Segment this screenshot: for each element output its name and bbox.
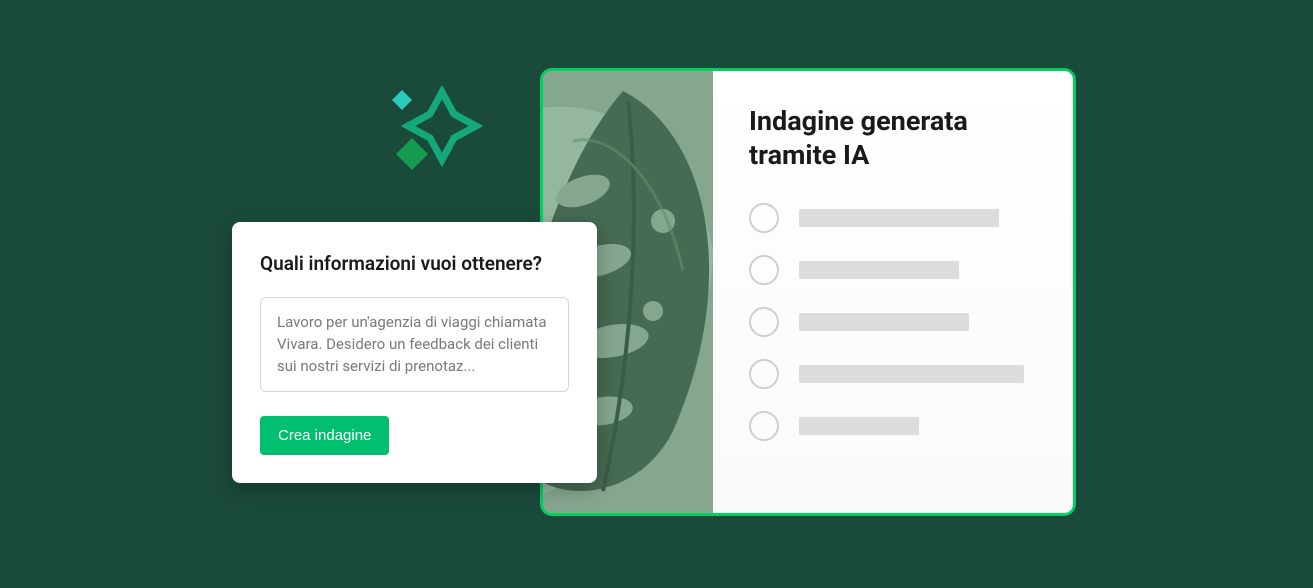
option-placeholder (799, 209, 999, 227)
survey-options (749, 203, 1037, 441)
prompt-title: Quali informazioni vuoi ottenere? (260, 252, 569, 275)
survey-option (749, 359, 1037, 389)
option-placeholder (799, 365, 1024, 383)
option-placeholder (799, 417, 919, 435)
radio-icon[interactable] (749, 255, 779, 285)
survey-option (749, 411, 1037, 441)
radio-icon[interactable] (749, 411, 779, 441)
survey-option (749, 255, 1037, 285)
radio-icon[interactable] (749, 359, 779, 389)
radio-icon[interactable] (749, 203, 779, 233)
survey-title: Indagine generata tramite IA (749, 105, 1037, 173)
prompt-textarea[interactable] (260, 297, 569, 392)
survey-option (749, 307, 1037, 337)
create-survey-button[interactable]: Crea indagine (260, 416, 389, 455)
option-placeholder (799, 261, 959, 279)
survey-preview-card: Indagine generata tramite IA (540, 68, 1076, 516)
survey-option (749, 203, 1037, 233)
survey-content: Indagine generata tramite IA (713, 71, 1073, 513)
option-placeholder (799, 313, 969, 331)
prompt-card: Quali informazioni vuoi ottenere? Crea i… (232, 222, 597, 483)
radio-icon[interactable] (749, 307, 779, 337)
ai-sparkle-icon (384, 86, 484, 176)
